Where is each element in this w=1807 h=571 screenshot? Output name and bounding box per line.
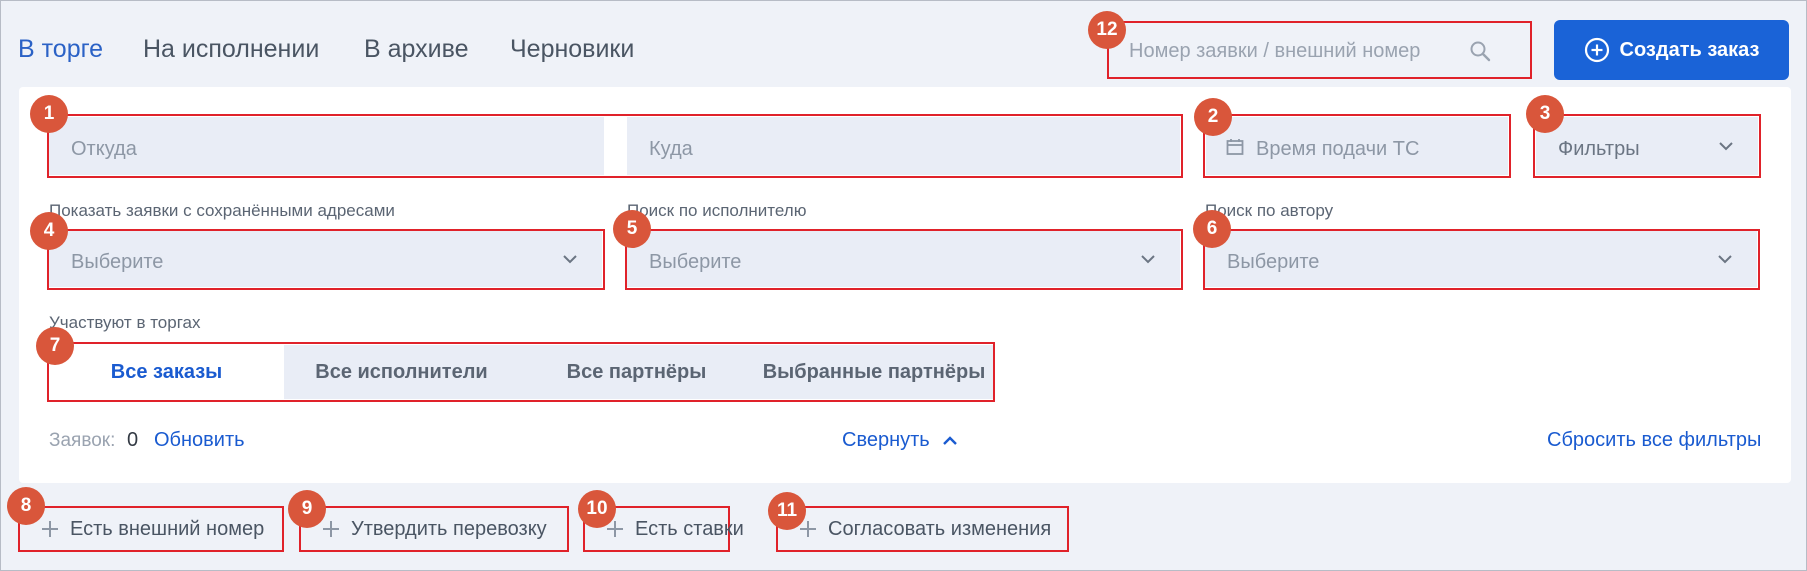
chip-label: Есть внешний номер: [70, 517, 265, 540]
executor-highlight: [625, 229, 1183, 290]
reset-filters-link[interactable]: Сбросить все фильтры: [1547, 429, 1761, 452]
saved-addresses-highlight: [47, 229, 605, 290]
annotation-badge-3: 3: [1526, 95, 1564, 133]
create-order-button[interactable]: Создать заказ: [1554, 20, 1789, 80]
plus-icon: [323, 521, 339, 537]
chip-has-external-number[interactable]: Есть внешний номер: [18, 506, 284, 552]
time-highlight: [1203, 114, 1511, 178]
annotation-badge-1: 1: [30, 95, 68, 133]
search-icon[interactable]: [1468, 39, 1492, 63]
participants-highlight: [47, 342, 995, 402]
tab-in-progress[interactable]: На исполнении: [143, 35, 319, 64]
tab-drafts[interactable]: Черновики: [510, 35, 634, 64]
saved-addresses-label: Показать заявки с сохранёнными адресами: [49, 201, 395, 220]
author-highlight: [1203, 229, 1760, 290]
annotation-badge-10: 10: [578, 490, 616, 528]
plus-circle-icon: [1584, 37, 1609, 63]
annotation-badge-4: 4: [30, 212, 68, 250]
search-input[interactable]: Номер заявки / внешний номер: [1107, 21, 1532, 79]
annotation-badge-11: 11: [768, 492, 806, 530]
collapse-link[interactable]: Свернуть: [842, 429, 960, 452]
annotation-badge-2: 2: [1194, 98, 1232, 136]
annotation-badge-8: 8: [7, 487, 45, 525]
annotation-badge-12: 12: [1088, 11, 1126, 49]
route-highlight: [47, 114, 1183, 178]
annotation-badge-7: 7: [36, 327, 74, 365]
search-placeholder: Номер заявки / внешний номер: [1129, 40, 1421, 62]
chip-label: Согласовать изменения: [828, 517, 1052, 540]
annotation-badge-9: 9: [288, 490, 326, 528]
tab-archive[interactable]: В архиве: [364, 35, 469, 64]
annotation-badge-5: 5: [613, 210, 651, 248]
orders-count-label: Заявок:: [49, 430, 116, 451]
tab-in-auction[interactable]: В торге: [18, 35, 103, 64]
chip-label: Есть ставки: [635, 517, 744, 540]
chip-approve-transport[interactable]: Утвердить перевозку: [299, 506, 569, 552]
filters-highlight: [1533, 114, 1761, 178]
collapse-label: Свернуть: [842, 429, 930, 451]
chevron-up-icon: [942, 435, 957, 445]
refresh-link[interactable]: Обновить: [154, 429, 245, 452]
create-order-label: Создать заказ: [1619, 38, 1760, 61]
annotation-badge-6: 6: [1193, 210, 1231, 248]
plus-icon: [42, 521, 58, 537]
orders-count: 0: [127, 429, 139, 451]
participants-label: Участвуют в торгах: [49, 313, 201, 332]
executor-search-label: Поиск по исполнителю: [627, 201, 807, 220]
chip-agree-changes[interactable]: Согласовать изменения: [776, 506, 1069, 552]
chip-label: Утвердить перевозку: [351, 517, 547, 540]
